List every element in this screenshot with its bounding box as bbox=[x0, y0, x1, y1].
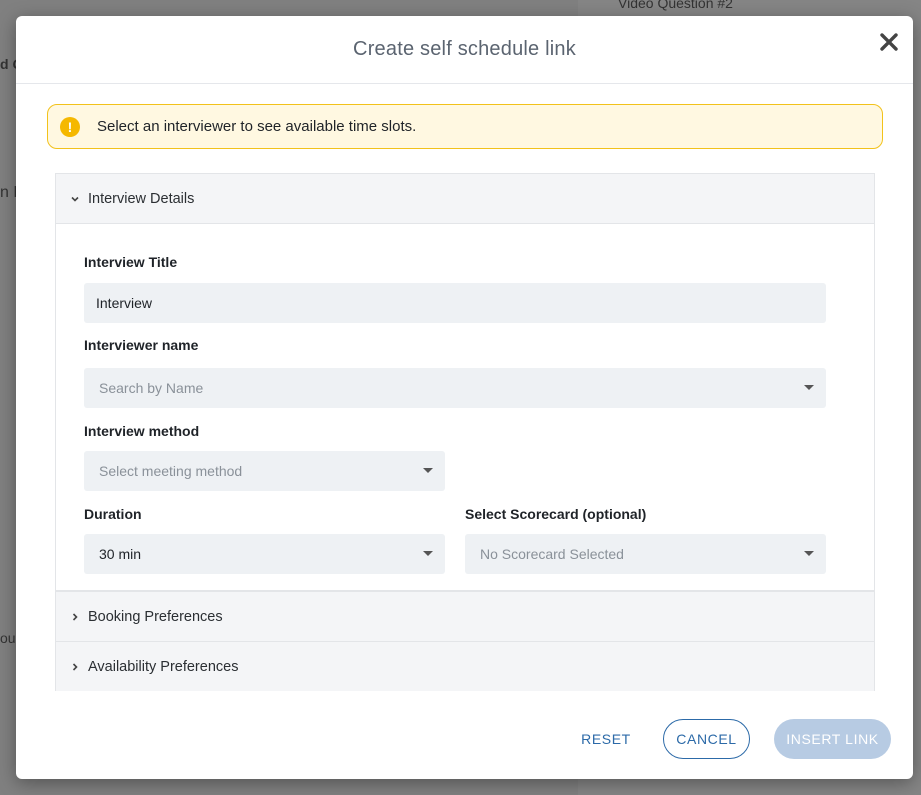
reset-button[interactable]: RESET bbox=[572, 719, 640, 759]
section-header-availability-preferences[interactable]: Availability Preferences bbox=[56, 642, 874, 691]
warning-icon: ! bbox=[60, 116, 80, 137]
modal-title: Create self schedule link bbox=[353, 38, 576, 60]
self-schedule-modal: Create self schedule link ! Select an in… bbox=[16, 16, 913, 779]
close-button[interactable] bbox=[877, 30, 901, 56]
section-label: Interview Details bbox=[88, 190, 195, 207]
chevron-right-icon bbox=[70, 612, 80, 622]
duration-label: Duration bbox=[84, 506, 142, 522]
background-text-fragment: ou bbox=[0, 630, 16, 646]
caret-down-icon bbox=[804, 385, 814, 390]
interview-method-select[interactable]: Select meeting method bbox=[84, 451, 445, 491]
scorecard-select[interactable]: No Scorecard Selected bbox=[465, 534, 826, 574]
section-interview-details: Interview Details Interview Title Interv… bbox=[55, 173, 875, 591]
cancel-button[interactable]: CANCEL bbox=[663, 719, 750, 759]
insert-link-button[interactable]: INSERT LINK bbox=[774, 719, 891, 759]
scorecard-placeholder: No Scorecard Selected bbox=[480, 546, 624, 562]
alert-message: Select an interviewer to see available t… bbox=[97, 118, 417, 135]
interviewer-name-placeholder: Search by Name bbox=[99, 380, 204, 396]
interview-method-placeholder: Select meeting method bbox=[99, 463, 243, 479]
section-label: Booking Preferences bbox=[88, 608, 223, 625]
duration-value: 30 min bbox=[99, 546, 142, 562]
chevron-down-icon bbox=[70, 194, 80, 204]
close-icon bbox=[880, 32, 898, 51]
section-booking-preferences: Booking Preferences bbox=[55, 591, 875, 641]
modal-header: Create self schedule link bbox=[16, 16, 913, 84]
info-alert: ! Select an interviewer to see available… bbox=[47, 104, 883, 149]
interview-title-label: Interview Title bbox=[84, 254, 178, 270]
section-availability-preferences: Availability Preferences bbox=[55, 641, 875, 691]
section-header-interview-details[interactable]: Interview Details bbox=[56, 174, 874, 223]
scorecard-label: Select Scorecard (optional) bbox=[465, 506, 647, 522]
caret-down-icon bbox=[423, 468, 433, 473]
caret-down-icon bbox=[423, 551, 433, 556]
section-header-booking-preferences[interactable]: Booking Preferences bbox=[56, 592, 874, 641]
interviewer-name-label: Interviewer name bbox=[84, 337, 199, 353]
interview-title-input[interactable]: Interview bbox=[84, 283, 826, 323]
background-video-question: Video Question #2 bbox=[618, 0, 733, 11]
chevron-right-icon bbox=[70, 662, 80, 672]
caret-down-icon bbox=[804, 551, 814, 556]
duration-select[interactable]: 30 min bbox=[84, 534, 445, 574]
interviewer-name-select[interactable]: Search by Name bbox=[84, 368, 826, 408]
interview-method-label: Interview method bbox=[84, 423, 200, 439]
section-label: Availability Preferences bbox=[88, 658, 239, 675]
